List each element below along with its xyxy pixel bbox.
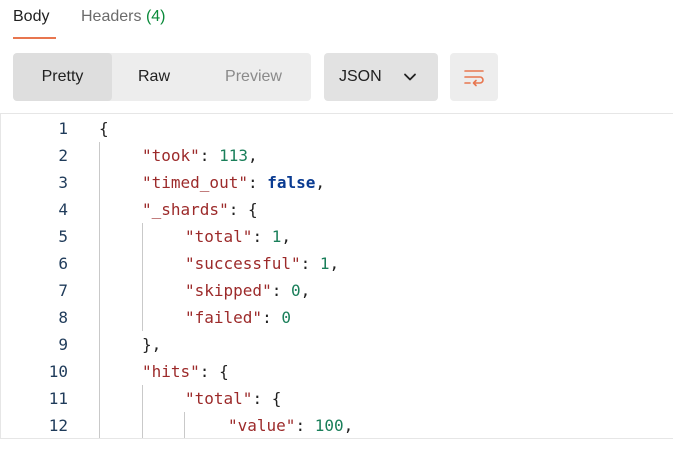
code-line: "successful": 1,: [185, 250, 339, 277]
line-number: 8: [58, 308, 68, 327]
json-number: 1: [271, 227, 282, 246]
response-viewer: Body Headers (4) Pretty Raw Preview JSON: [0, 0, 673, 450]
json-brace: {: [271, 389, 282, 408]
json-key: "successful": [185, 254, 301, 273]
indent-guide: [184, 412, 185, 438]
json-separator: :: [300, 254, 320, 273]
code-line: },: [142, 331, 161, 358]
wrap-lines-button[interactable]: [450, 53, 498, 101]
code-line: "took": 113,: [142, 142, 258, 169]
line-number: 5: [58, 227, 68, 246]
json-brace: {: [247, 200, 258, 219]
view-raw-button[interactable]: Raw: [112, 53, 196, 101]
line-number: 10: [48, 362, 68, 381]
json-comma: ,: [329, 254, 340, 273]
json-separator: :: [262, 308, 282, 327]
json-comma: ,: [281, 227, 291, 246]
line-number: 9: [58, 335, 68, 354]
code-line: "hits": {: [142, 358, 229, 385]
line-number: 2: [58, 146, 68, 165]
json-number: 0: [281, 308, 291, 327]
json-number: 100: [314, 416, 344, 435]
response-tabs: Body Headers (4): [0, 0, 673, 40]
headers-count-badge: (4): [145, 8, 166, 25]
text-wrap-icon: [464, 70, 484, 87]
json-comma: ,: [247, 146, 258, 165]
json-number: 0: [290, 281, 301, 300]
code-line: {: [99, 115, 109, 142]
json-key: "timed_out": [142, 173, 248, 192]
json-number: 1: [319, 254, 330, 273]
json-brace: {: [219, 362, 229, 381]
code-line: "total": {: [185, 385, 281, 412]
format-label: JSON: [339, 68, 382, 85]
chevron-down-icon: [404, 73, 416, 81]
json-key: "total": [185, 227, 253, 246]
indent-guide: [142, 385, 143, 438]
json-key: "failed": [185, 308, 263, 327]
tab-headers[interactable]: Headers (4): [81, 7, 166, 27]
active-tab-indicator: [13, 37, 56, 39]
json-separator: :: [199, 362, 220, 381]
json-number: 113: [219, 146, 248, 165]
json-comma: ,: [300, 281, 311, 300]
format-dropdown[interactable]: JSON: [324, 53, 438, 101]
json-key: "value": [228, 416, 296, 435]
json-separator: :: [271, 281, 291, 300]
code-line: "_shards": {: [142, 196, 258, 223]
line-number: 7: [58, 281, 68, 300]
json-key: "took": [142, 146, 200, 165]
json-key: "_shards": [142, 200, 229, 219]
tab-headers-label: Headers: [81, 8, 142, 25]
json-key: "hits": [142, 362, 200, 381]
json-separator: :: [295, 416, 315, 435]
code-line: "value": 100,: [228, 412, 354, 438]
json-comma: ,: [343, 416, 354, 435]
line-number: 1: [58, 119, 68, 138]
json-brace: },: [142, 335, 162, 354]
tab-body[interactable]: Body: [13, 7, 49, 27]
code-line: "total": 1,: [185, 223, 291, 250]
view-pretty-button[interactable]: Pretty: [13, 53, 112, 101]
line-number: 11: [48, 389, 68, 408]
json-separator: :: [199, 146, 220, 165]
line-number: 12: [48, 416, 68, 435]
indent-guide: [99, 142, 100, 438]
line-number: 3: [58, 173, 68, 192]
json-separator: :: [252, 389, 272, 408]
indent-guide: [142, 223, 143, 331]
json-key: "total": [185, 389, 253, 408]
line-number: 4: [58, 200, 68, 219]
json-brace: {: [99, 119, 109, 138]
code-line: "timed_out": false,: [142, 169, 325, 196]
view-preview-button[interactable]: Preview: [196, 53, 311, 101]
code-line: "skipped": 0,: [185, 277, 310, 304]
view-mode-toggle: Pretty Raw Preview: [13, 53, 311, 101]
code-viewer[interactable]: 1 2 3 4 5 6 7 8 9 10 11 12 { "took": 113…: [0, 113, 673, 439]
json-key: "skipped": [185, 281, 272, 300]
json-separator: :: [228, 200, 248, 219]
json-comma: ,: [315, 173, 326, 192]
json-separator: :: [247, 173, 268, 192]
json-boolean: false: [267, 173, 316, 192]
tab-body-label: Body: [13, 8, 50, 25]
code-line: "failed": 0: [185, 304, 291, 331]
json-separator: :: [252, 227, 272, 246]
line-number: 6: [58, 254, 68, 273]
